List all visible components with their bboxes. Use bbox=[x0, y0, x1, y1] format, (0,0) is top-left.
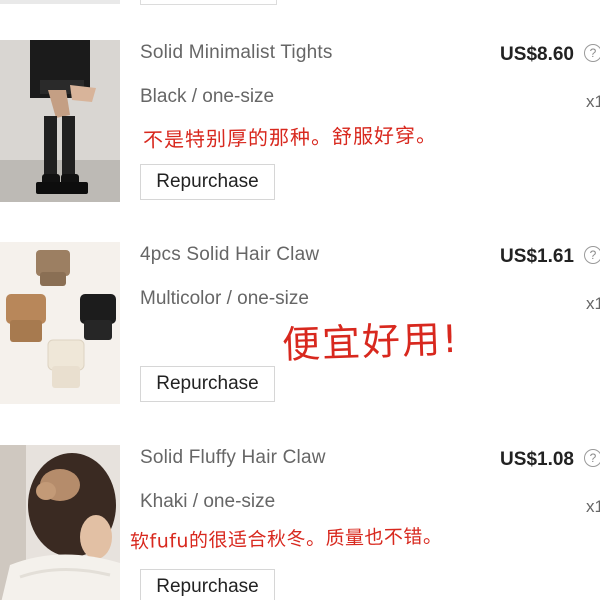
repurchase-button[interactable]: Repurchase bbox=[140, 569, 275, 600]
order-item: Solid Minimalist Tights US$8.60 ? Black … bbox=[0, 40, 600, 205]
product-thumbnail-hair-claw-set[interactable] bbox=[0, 242, 120, 404]
handwritten-note: 便宜好用! bbox=[281, 316, 461, 367]
product-price: US$1.61 bbox=[500, 246, 574, 267]
price-help-icon[interactable]: ? bbox=[584, 246, 600, 264]
product-thumbnail-fluffy-hair-claw[interactable] bbox=[0, 445, 120, 600]
product-variant: Black / one-size bbox=[140, 86, 275, 107]
order-history-page: Solid Minimalist Tights US$8.60 ? Black … bbox=[0, 0, 600, 600]
repurchase-button[interactable]: Repurchase bbox=[140, 366, 275, 402]
handwritten-note: 不是特别厚的那种。舒服好穿。 bbox=[142, 122, 438, 152]
product-thumbnail-tights[interactable] bbox=[0, 40, 120, 202]
product-title[interactable]: Solid Fluffy Hair Claw bbox=[140, 447, 326, 469]
product-title[interactable]: Solid Minimalist Tights bbox=[140, 42, 333, 64]
fluffy-hair-claw-photo-icon bbox=[0, 445, 120, 600]
product-price: US$8.60 bbox=[500, 44, 574, 65]
previous-repurchase-button-edge[interactable] bbox=[140, 0, 277, 5]
order-item: 4pcs Solid Hair Claw US$1.61 ? Multicolo… bbox=[0, 242, 600, 407]
product-quantity: x1 bbox=[586, 92, 600, 111]
tights-photo-icon bbox=[0, 40, 120, 202]
price-help-icon[interactable]: ? bbox=[584, 449, 600, 467]
product-variant: Khaki / one-size bbox=[140, 491, 276, 512]
repurchase-button[interactable]: Repurchase bbox=[140, 164, 275, 200]
price-help-icon[interactable]: ? bbox=[584, 44, 600, 62]
product-title[interactable]: 4pcs Solid Hair Claw bbox=[140, 244, 319, 266]
product-price: US$1.08 bbox=[500, 449, 574, 470]
product-quantity: x1 bbox=[586, 497, 600, 516]
order-item: Solid Fluffy Hair Claw US$1.08 ? Khaki /… bbox=[0, 445, 600, 600]
previous-item-image-edge bbox=[0, 0, 120, 4]
product-variant: Multicolor / one-size bbox=[140, 288, 309, 309]
handwritten-note: 软fufu的很适合秋冬。质量也不错。 bbox=[129, 525, 443, 553]
hair-claw-set-photo-icon bbox=[0, 242, 120, 404]
product-quantity: x1 bbox=[586, 294, 600, 313]
